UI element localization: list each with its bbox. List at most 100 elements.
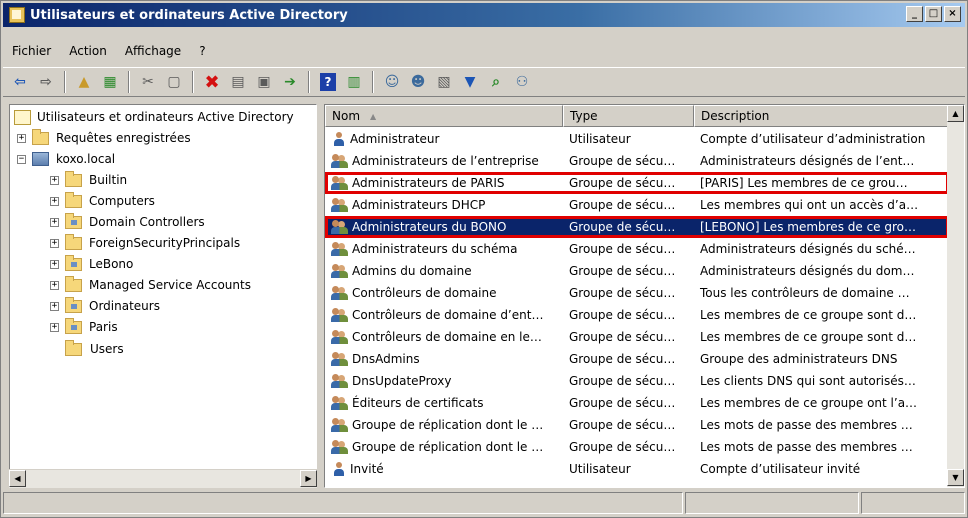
new-group-icon[interactable]: ☻	[407, 71, 429, 93]
tree-item-ordinateurs[interactable]: + Ordinateurs	[50, 296, 160, 316]
window-title: Utilisateurs et ordinateurs Active Direc…	[30, 7, 348, 23]
sort-ascending-icon: ▲	[370, 111, 377, 121]
cell-name: Admins du domaine	[325, 263, 563, 279]
list-row[interactable]: Groupe de réplication dont le … Groupe de…	[325, 414, 949, 436]
tree-item-builtin[interactable]: + Builtin	[50, 170, 127, 190]
cell-type: Groupe de sécu…	[569, 374, 676, 388]
list-vertical-scrollbar[interactable]: ▲ ▼	[947, 105, 964, 487]
tree-item-label: Requêtes enregistrées	[56, 131, 191, 145]
menu-action[interactable]: Action	[60, 44, 116, 58]
list-row[interactable]: Administrateurs DHCP Groupe de sécu… Les m…	[325, 194, 949, 216]
expand-icon[interactable]: +	[17, 133, 26, 143]
group-icon	[331, 439, 349, 455]
list-row[interactable]: Contrôleurs de domaine d’ent… Groupe de s…	[325, 304, 949, 326]
details-list[interactable]: Nom ▲ Type Description Administrateur Uti…	[324, 104, 965, 488]
menu-affichage[interactable]: Affichage	[116, 44, 190, 58]
new-ou-icon[interactable]: ▧	[433, 71, 455, 93]
tree-item-saved-queries[interactable]: + Requêtes enregistrées	[17, 128, 191, 148]
list-row[interactable]: Administrateurs du schéma Groupe de sécu……	[325, 238, 949, 260]
cell-description: Administrateurs désignés du sché…	[700, 242, 916, 256]
export-icon[interactable]: ➔	[279, 71, 301, 93]
collapse-icon[interactable]: −	[17, 154, 26, 164]
tree-horizontal-scrollbar[interactable]: ◀ ▶	[9, 469, 317, 488]
cell-name-text: Groupe de réplication dont le …	[352, 418, 544, 432]
new-user-icon[interactable]: ☺	[381, 71, 403, 93]
up-folder-icon[interactable]: ▲	[73, 71, 95, 93]
tree-item-lebono[interactable]: + LeBono	[50, 254, 133, 274]
column-header-name[interactable]: Nom ▲	[325, 105, 563, 127]
console-tree-icon[interactable]: ▦	[99, 71, 121, 93]
scroll-down-icon[interactable]: ▼	[947, 469, 964, 486]
expand-icon[interactable]: +	[50, 175, 59, 185]
tree-item-users[interactable]: Users	[65, 339, 125, 359]
list-row[interactable]: Contrôleurs de domaine en le… Groupe de s…	[325, 326, 949, 348]
cell-description: [LEBONO] Les membres de ce gro…	[694, 220, 939, 234]
cell-name: Administrateur	[325, 131, 563, 147]
title-bar[interactable]: Utilisateurs et ordinateurs Active Direc…	[3, 3, 965, 27]
add-to-group-icon[interactable]: ⚇	[511, 71, 533, 93]
ou-folder-icon	[65, 254, 82, 271]
copy-icon[interactable]: ▢	[163, 71, 185, 93]
tree-item-domain[interactable]: − koxo.local	[17, 149, 115, 169]
cut-icon[interactable]: ✂	[137, 71, 159, 93]
list-row[interactable]: DnsUpdateProxy Groupe de sécu… Les clients…	[325, 370, 949, 392]
list-row[interactable]: Administrateurs de l’entreprise Groupe de…	[325, 150, 949, 172]
group-icon	[331, 153, 349, 169]
expand-icon[interactable]: +	[50, 301, 59, 311]
expand-icon[interactable]: +	[50, 217, 59, 227]
list-row[interactable]: DnsAdmins Groupe de sécu… Groupe des admin…	[325, 348, 949, 370]
scroll-right-icon[interactable]: ▶	[300, 470, 317, 487]
refresh-icon[interactable]: ▣	[253, 71, 275, 93]
scroll-up-icon[interactable]: ▲	[947, 105, 964, 122]
expand-icon[interactable]: +	[50, 280, 59, 290]
help-icon[interactable]: ?	[317, 71, 339, 93]
properties-icon[interactable]: ▤	[227, 71, 249, 93]
column-header-type[interactable]: Type	[563, 105, 694, 127]
console-tree[interactable]: Utilisateurs et ordinateurs Active Direc…	[9, 104, 317, 488]
filter-icon[interactable]: ▼	[459, 71, 481, 93]
list-row[interactable]: Administrateur Utilisateur Compte d’utilis…	[325, 128, 949, 150]
list-row[interactable]: Invité Utilisateur Compte d’utilisateur in…	[325, 458, 949, 480]
tree-item-managed-service-accounts[interactable]: + Managed Service Accounts	[50, 275, 251, 295]
scrollbar-track[interactable]	[26, 470, 300, 488]
cell-name: Contrôleurs de domaine en le…	[325, 329, 563, 345]
folder-icon	[65, 339, 82, 356]
list-row[interactable]: Groupe de réplication dont le … Groupe de…	[325, 436, 949, 458]
list-row[interactable]: Administrateurs de PARIS Groupe de sécu… […	[325, 172, 949, 194]
forward-icon[interactable]: ⇨	[35, 71, 57, 93]
tree-item-computers[interactable]: + Computers	[50, 191, 155, 211]
find-icon[interactable]: ⌕	[485, 71, 507, 93]
list-header: Nom ▲ Type Description	[325, 105, 949, 127]
minimize-button[interactable]: _	[906, 6, 923, 22]
back-icon[interactable]: ⇦	[9, 71, 31, 93]
column-header-description[interactable]: Description	[694, 105, 949, 127]
tree-item-domain-controllers[interactable]: + Domain Controllers	[50, 212, 205, 232]
tree-item-label: Computers	[89, 194, 155, 208]
cell-description: Compte d’utilisateur invité	[700, 462, 861, 476]
folder-icon	[65, 191, 82, 208]
list-row[interactable]: Éditeurs de certificats Groupe de sécu… Le…	[325, 392, 949, 414]
show-hide-icon[interactable]: ▥	[343, 71, 365, 93]
delete-icon[interactable]: ✖	[201, 71, 223, 93]
menu-help[interactable]: ?	[190, 44, 214, 58]
folder-icon	[32, 128, 49, 145]
list-row[interactable]: Admins du domaine Groupe de sécu… Administ…	[325, 260, 949, 282]
expand-icon[interactable]: +	[50, 322, 59, 332]
expand-icon[interactable]: +	[50, 259, 59, 269]
list-row[interactable]: Administrateurs du BONO Groupe de sécu… [L…	[325, 216, 949, 238]
tree-root[interactable]: Utilisateurs et ordinateurs Active Direc…	[14, 107, 294, 127]
expand-icon[interactable]: +	[50, 196, 59, 206]
cell-name: DnsAdmins	[325, 351, 563, 367]
tree-item-paris[interactable]: + Paris	[50, 317, 118, 337]
group-icon	[331, 285, 349, 301]
cell-type: Groupe de sécu…	[569, 242, 676, 256]
scroll-left-icon[interactable]: ◀	[9, 470, 26, 487]
tree-item-foreign-security-principals[interactable]: + ForeignSecurityPrincipals	[50, 233, 240, 253]
list-row[interactable]: Contrôleurs de domaine Groupe de sécu… Tou…	[325, 282, 949, 304]
cell-description: Les mots de passe des membres …	[700, 418, 913, 432]
expand-icon[interactable]: +	[50, 238, 59, 248]
maximize-button[interactable]: □	[925, 6, 942, 22]
menu-fichier[interactable]: Fichier	[3, 44, 60, 58]
tree-item-label: Managed Service Accounts	[89, 278, 251, 292]
close-button[interactable]: ×	[944, 6, 961, 22]
